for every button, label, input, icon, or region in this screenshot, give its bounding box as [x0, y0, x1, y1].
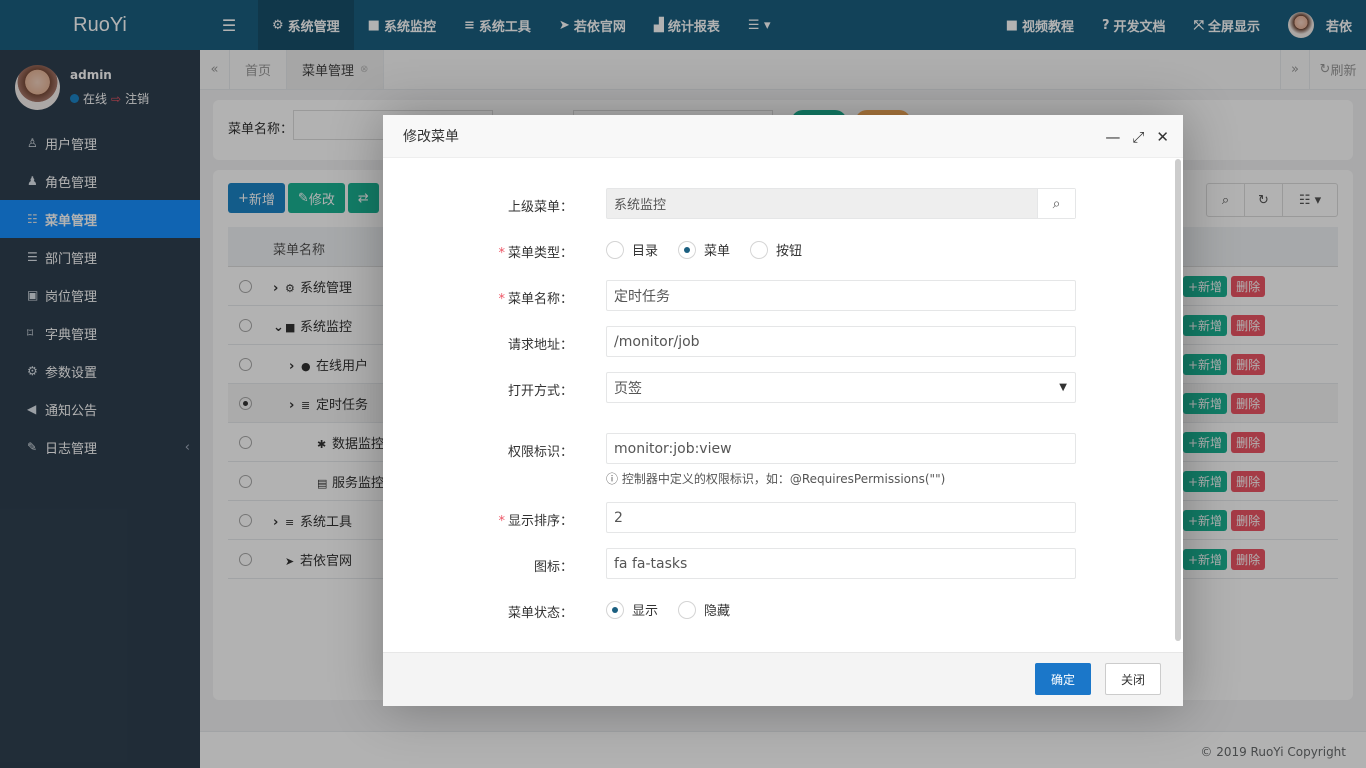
radio-label: 目录 — [632, 244, 659, 259]
menu-name-group: * 菜单名称： 定时任务 — [383, 280, 1183, 312]
label-text: 图标： — [533, 560, 573, 575]
radio-circle-checked[interactable] — [678, 240, 697, 259]
url-label: 请求地址： — [508, 334, 573, 353]
parent-menu-label: 上级菜单： — [508, 196, 573, 215]
search-icon[interactable]: ⌕ — [1037, 189, 1075, 218]
perms-group: 权限标识： monitor:job:view — [383, 433, 1183, 465]
maximize-icon[interactable]: ⤢ — [1132, 128, 1144, 146]
radio-label: 隐藏 — [704, 604, 731, 619]
select-value: 页签 — [614, 380, 642, 397]
caret-down-icon: ▼ — [1059, 382, 1067, 393]
url-group: 请求地址： /monitor/job — [383, 326, 1183, 358]
radio-label: 菜单 — [704, 244, 731, 259]
dialog-header: 修改菜单 — ⤢ ✕ — [383, 115, 1183, 158]
icon-group: 图标： fa fa-tasks — [383, 548, 1183, 580]
visible-radios: 显示 隐藏 — [606, 600, 730, 619]
icon-label: 图标： — [534, 556, 573, 575]
radio-circle-checked[interactable] — [606, 600, 624, 619]
order-label: * 显示排序： — [498, 514, 573, 529]
icon-input[interactable]: fa fa-tasks — [606, 548, 1076, 579]
minimize-icon[interactable]: — — [1105, 128, 1120, 146]
label-text: 权限标识： — [507, 445, 573, 460]
visible-radio-hide[interactable]: 隐藏 — [678, 600, 730, 619]
target-label: 打开方式： — [508, 380, 573, 399]
input-value: 定时任务 — [614, 288, 670, 305]
perms-input[interactable]: monitor:job:view — [606, 433, 1076, 464]
visible-label: 菜单状态： — [508, 602, 573, 621]
target-select[interactable]: 页签 ▼ — [606, 372, 1076, 403]
target-group: 打开方式： 页签 ▼ — [383, 372, 1183, 404]
type-radio-menu[interactable]: 菜单 — [678, 240, 730, 259]
dialog-controls: — ⤢ ✕ — [1105, 128, 1169, 146]
visible-radio-show[interactable]: 显示 — [606, 600, 658, 619]
type-radio-button[interactable]: 按钮 — [750, 240, 802, 259]
close-button[interactable]: 关闭 — [1105, 663, 1161, 695]
radio-label: 显示 — [632, 604, 659, 619]
input-value: fa fa-tasks — [614, 555, 688, 572]
input-value: monitor:job:view — [614, 440, 732, 457]
radio-circle[interactable] — [678, 600, 697, 619]
visible-group: 菜单状态： 显示 隐藏 — [383, 594, 1183, 626]
parent-menu-field[interactable]: 系统监控 ⌕ — [606, 188, 1076, 219]
info-icon: ⓘ — [606, 472, 619, 486]
dialog-body: 上级菜单： 系统监控 ⌕ * 菜单类型： 目录 菜单 按钮 * 菜单名称： 定时任务 … — [383, 158, 1183, 652]
menu-name-label: * 菜单名称： — [498, 292, 573, 307]
url-input[interactable]: /monitor/job — [606, 326, 1076, 357]
label-text: 菜单状态： — [507, 606, 573, 621]
label-text: 菜单名称： — [507, 292, 573, 307]
radio-circle[interactable] — [606, 240, 624, 259]
edit-menu-dialog: 修改菜单 — ⤢ ✕ 上级菜单： 系统监控 ⌕ * 菜单类型： 目录 菜单 按钮 *… — [383, 115, 1183, 706]
confirm-button[interactable]: 确定 — [1035, 663, 1091, 695]
label-text: 请求地址： — [507, 338, 573, 353]
order-input[interactable]: 2 — [606, 502, 1076, 533]
type-radio-directory[interactable]: 目录 — [606, 240, 658, 259]
parent-menu-value: 系统监控 — [614, 198, 667, 213]
dialog-footer: 确定 关闭 — [383, 652, 1183, 706]
radio-label: 按钮 — [776, 244, 803, 259]
dialog-scrollbar[interactable] — [1175, 159, 1181, 641]
perms-help: ⓘ 控制器中定义的权限标识，如：@RequiresPermissions("") — [606, 470, 945, 487]
input-value: 2 — [614, 509, 623, 526]
help-text: 控制器中定义的权限标识，如：@RequiresPermissions("") — [621, 472, 946, 486]
order-group: * 显示排序： 2 — [383, 502, 1183, 534]
radio-circle[interactable] — [750, 240, 769, 259]
label-text: 菜单类型： — [507, 246, 573, 261]
menu-type-label: * 菜单类型： — [498, 246, 573, 261]
close-icon[interactable]: ✕ — [1156, 128, 1169, 146]
label-text: 上级菜单： — [507, 200, 573, 215]
dialog-title: 修改菜单 — [403, 129, 459, 145]
menu-type-group: * 菜单类型： 目录 菜单 按钮 — [383, 234, 1183, 266]
input-value: /monitor/job — [614, 333, 700, 350]
menu-name-input[interactable]: 定时任务 — [606, 280, 1076, 311]
menu-type-radios: 目录 菜单 按钮 — [606, 240, 802, 259]
label-text: 显示排序： — [507, 514, 573, 529]
perms-label: 权限标识： — [508, 441, 573, 460]
parent-menu-group: 上级菜单： 系统监控 ⌕ — [383, 188, 1183, 220]
label-text: 打开方式： — [507, 384, 573, 399]
